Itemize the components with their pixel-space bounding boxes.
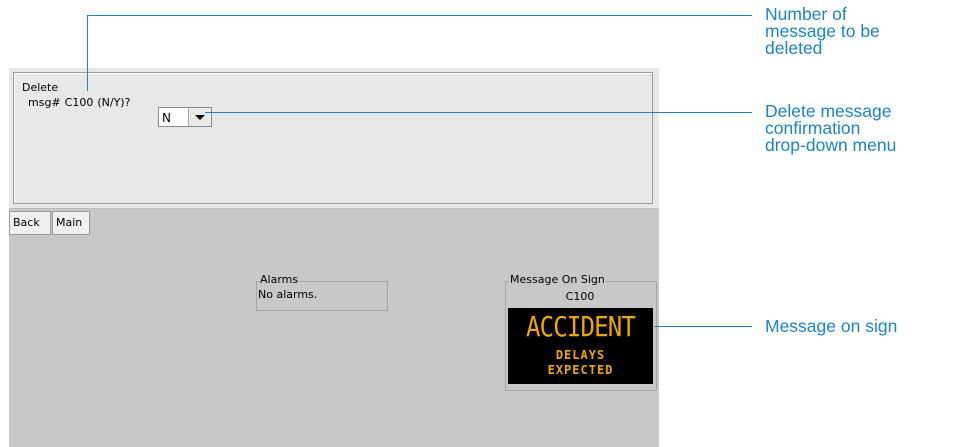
delete-panel: Delete msg# C100 (N/Y)? N [9, 68, 659, 209]
message-on-sign-label: Message On Sign [509, 273, 606, 286]
sign-display: ACCIDENT DELAYS EXPECTED [508, 308, 653, 384]
dropdown-button[interactable] [188, 108, 211, 126]
callout-line-number-h [87, 15, 752, 16]
alarms-label: Alarms [259, 273, 300, 286]
prompt-prefix: msg# [28, 96, 61, 109]
main-button[interactable]: Main [52, 211, 90, 235]
chevron-down-icon [195, 115, 205, 120]
back-button[interactable]: Back [9, 211, 51, 235]
dropdown-selected-value: N [162, 111, 171, 125]
delete-prompt: msg# C100 (N/Y)? [28, 96, 130, 109]
delete-confirm-dropdown[interactable]: N [158, 107, 212, 127]
sign-text-line-2: DELAYS [555, 348, 606, 362]
delete-group: Delete msg# C100 (N/Y)? N [13, 72, 653, 204]
callout-message-number: Number of message to be deleted [765, 5, 880, 58]
prompt-suffix: (N/Y)? [97, 96, 131, 109]
message-number: C100 [64, 96, 94, 109]
sign-text-line-3: EXPECTED [547, 363, 614, 377]
alarms-status-text: No alarms. [258, 288, 318, 301]
callout-line-number-v [87, 15, 88, 91]
callout-confirm-menu: Delete message confirmation drop-down me… [765, 102, 897, 155]
app-window: Delete msg# C100 (N/Y)? N Back Main Alarms… [9, 68, 659, 447]
callout-message-number-line-3: deleted [765, 38, 823, 58]
callout-confirm-menu-line-3: drop-down menu [765, 135, 897, 155]
callout-message-on-sign: Message on sign [765, 316, 898, 336]
callout-line-sign [654, 326, 752, 327]
sign-text-line-1: ACCIDENT [525, 310, 636, 343]
sign-message-id: C100 [565, 290, 595, 303]
callout-line-confirm [205, 112, 752, 113]
delete-group-label: Delete [21, 81, 60, 94]
